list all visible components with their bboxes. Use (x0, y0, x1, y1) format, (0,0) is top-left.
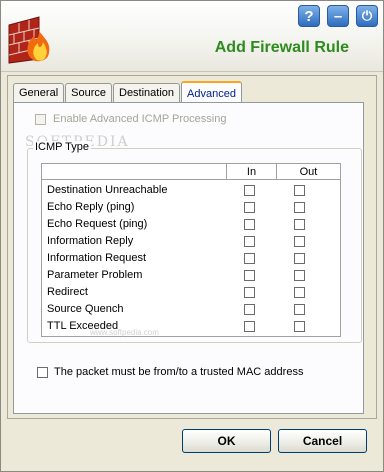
tab-general[interactable]: General (13, 83, 65, 102)
table-row: TTL Exceeded (42, 319, 340, 336)
icmp-type-label: TTL Exceeded (47, 320, 119, 332)
dialog-title: Add Firewall Rule (214, 39, 349, 56)
icmp-type-label: Redirect (47, 286, 88, 298)
out-checkbox[interactable] (294, 287, 305, 298)
out-checkbox[interactable] (294, 304, 305, 315)
table-row: Echo Reply (ping) (42, 200, 340, 217)
icmp-type-label: Source Quench (47, 303, 124, 315)
in-checkbox[interactable] (244, 321, 255, 332)
minimize-icon[interactable]: – (327, 5, 349, 27)
in-checkbox[interactable] (244, 304, 255, 315)
in-checkbox[interactable] (244, 287, 255, 298)
in-checkbox[interactable] (244, 270, 255, 281)
column-header-out: Out (277, 164, 340, 180)
in-checkbox[interactable] (244, 236, 255, 247)
icmp-type-group-title: ICMP Type (33, 141, 92, 153)
tab-advanced[interactable]: Advanced (181, 81, 242, 103)
tab-strip: General Source Destination Advanced (13, 81, 243, 103)
table-row: Destination Unreachable (42, 183, 340, 200)
dialog-header: ? – ⏻ Add Firewall Rule (1, 1, 383, 72)
icmp-type-label: Echo Request (ping) (47, 218, 148, 230)
out-checkbox[interactable] (294, 321, 305, 332)
icmp-type-label: Information Request (47, 252, 147, 264)
table-row: Parameter Problem (42, 268, 340, 285)
out-checkbox[interactable] (294, 253, 305, 264)
ok-button[interactable]: OK (182, 429, 271, 453)
in-checkbox[interactable] (244, 253, 255, 264)
enable-icmp-checkbox[interactable] (35, 114, 46, 125)
in-checkbox[interactable] (244, 185, 255, 196)
table-row: Redirect (42, 285, 340, 302)
icmp-type-table: In Out www.softpedia.com Destination Unr… (41, 163, 341, 337)
add-firewall-rule-dialog: ? – ⏻ Add Firewall Rule General Source D… (0, 0, 384, 472)
out-checkbox[interactable] (294, 202, 305, 213)
table-row: Information Request (42, 251, 340, 268)
out-checkbox[interactable] (294, 236, 305, 247)
table-row: Source Quench (42, 302, 340, 319)
out-checkbox[interactable] (294, 185, 305, 196)
table-row: Echo Request (ping) (42, 217, 340, 234)
cancel-button[interactable]: Cancel (278, 429, 367, 453)
trusted-mac-label: The packet must be from/to a trusted MAC… (54, 366, 304, 378)
icmp-type-label: Echo Reply (ping) (47, 201, 135, 213)
out-checkbox[interactable] (294, 219, 305, 230)
tab-source[interactable]: Source (65, 83, 112, 102)
in-checkbox[interactable] (244, 219, 255, 230)
column-header-name (42, 164, 227, 180)
out-checkbox[interactable] (294, 270, 305, 281)
icmp-type-label: Information Reply (47, 235, 134, 247)
trusted-mac-checkbox[interactable] (37, 367, 48, 378)
firewall-logo-icon (8, 16, 50, 64)
tab-destination[interactable]: Destination (113, 83, 181, 102)
icmp-type-label: Parameter Problem (47, 269, 143, 281)
enable-icmp-label: Enable Advanced ICMP Processing (53, 113, 227, 125)
table-row: Information Reply (42, 234, 340, 251)
icmp-type-label: Destination Unreachable (47, 184, 168, 196)
column-header-in: In (227, 164, 277, 180)
in-checkbox[interactable] (244, 202, 255, 213)
close-icon[interactable]: ⏻ (356, 5, 378, 27)
help-icon[interactable]: ? (298, 5, 320, 27)
